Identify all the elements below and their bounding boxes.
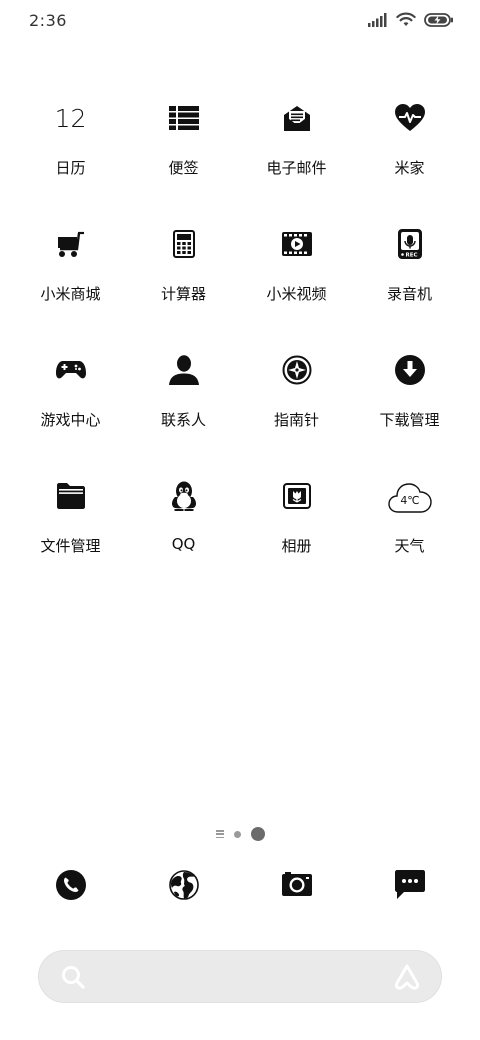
heart-pulse-icon: [388, 92, 432, 144]
status-time: 2:36: [29, 11, 67, 30]
signal-icon: [368, 12, 387, 27]
app-recorder[interactable]: REC 录音机: [353, 218, 466, 344]
app-row: 12 日历 便签 电子邮件 米家: [14, 92, 466, 218]
app-weather[interactable]: 4℃ 天气: [353, 470, 466, 596]
app-label: 电子邮件: [266, 159, 327, 177]
app-label: 便签: [168, 159, 199, 177]
calendar-icon: 12: [49, 92, 93, 144]
app-label: 相册: [281, 537, 312, 555]
video-icon: [275, 218, 319, 270]
app-label: 文件管理: [40, 537, 101, 555]
app-email[interactable]: 电子邮件: [240, 92, 353, 218]
assistant-icon[interactable]: [393, 964, 421, 990]
battery-charging-icon: [424, 12, 453, 27]
app-label: 指南针: [273, 411, 319, 429]
calculator-icon: [162, 218, 206, 270]
messages-icon: [394, 870, 425, 899]
app-compass[interactable]: 指南针: [240, 344, 353, 470]
app-mi-store[interactable]: 小米商城: [14, 218, 127, 344]
download-icon: [388, 344, 432, 396]
app-game-center[interactable]: 游戏中心: [14, 344, 127, 470]
compass-icon: [275, 344, 319, 396]
app-calculator[interactable]: 计算器: [127, 218, 240, 344]
dock-camera[interactable]: [240, 870, 353, 900]
app-calendar[interactable]: 12 日历: [14, 92, 127, 218]
gallery-icon: [275, 470, 319, 522]
weather-temp: 4℃: [400, 494, 419, 507]
dock-browser[interactable]: [127, 870, 240, 900]
page-indicator-lines: [215, 830, 224, 838]
app-file-manager[interactable]: 文件管理: [14, 470, 127, 596]
app-label: 米家: [394, 159, 425, 177]
dock-phone[interactable]: [14, 870, 127, 900]
status-bar: 2:36: [0, 0, 480, 42]
dock-messages[interactable]: [353, 870, 466, 900]
app-qq[interactable]: QQ: [127, 470, 240, 596]
recorder-badge: REC: [405, 252, 417, 258]
app-label: 计算器: [160, 285, 206, 303]
app-notes[interactable]: 便签: [127, 92, 240, 218]
person-icon: [162, 344, 206, 396]
app-grid: 12 日历 便签 电子邮件 米家 小米商城 计算器 小米视频 REC 录音机 游…: [14, 92, 466, 596]
app-mi-video[interactable]: 小米视频: [240, 218, 353, 344]
app-contacts[interactable]: 联系人: [127, 344, 240, 470]
camera-icon: [281, 872, 312, 896]
app-row: 文件管理 QQ 相册 4℃ 天气: [14, 470, 466, 596]
calendar-day: 12: [54, 103, 87, 133]
search-icon[interactable]: [61, 965, 85, 989]
notes-list-icon: [162, 92, 206, 144]
qq-penguin-icon: [162, 470, 206, 522]
app-mijia[interactable]: 米家: [353, 92, 466, 218]
dock: [14, 870, 466, 900]
app-label: 联系人: [160, 411, 206, 429]
app-row: 小米商城 计算器 小米视频 REC 录音机: [14, 218, 466, 344]
app-label: 小米视频: [266, 285, 327, 303]
mail-icon: [275, 92, 319, 144]
app-label: 游戏中心: [40, 411, 101, 429]
weather-cloud-icon: 4℃: [387, 470, 432, 522]
gamepad-icon: [49, 344, 93, 396]
page-dot-active: [250, 827, 265, 841]
wifi-icon: [396, 12, 416, 26]
page-dot: [233, 830, 241, 838]
folder-icon: [49, 470, 93, 522]
recorder-icon: REC: [388, 218, 432, 270]
shopping-cart-icon: [49, 218, 93, 270]
app-row: 游戏中心 联系人 指南针 下载管理: [14, 344, 466, 470]
page-indicator[interactable]: [0, 827, 480, 841]
status-icons: [368, 12, 454, 27]
phone-icon: [55, 870, 86, 900]
app-downloads[interactable]: 下载管理: [353, 344, 466, 470]
search-bar[interactable]: [38, 950, 442, 1003]
app-label: 下载管理: [379, 411, 440, 429]
app-label: 录音机: [386, 285, 432, 303]
app-label: QQ: [171, 535, 196, 553]
app-label: 小米商城: [40, 285, 101, 303]
app-gallery[interactable]: 相册: [240, 470, 353, 596]
browser-globe-icon: [168, 870, 199, 900]
app-label: 日历: [55, 159, 86, 177]
app-label: 天气: [394, 537, 425, 555]
